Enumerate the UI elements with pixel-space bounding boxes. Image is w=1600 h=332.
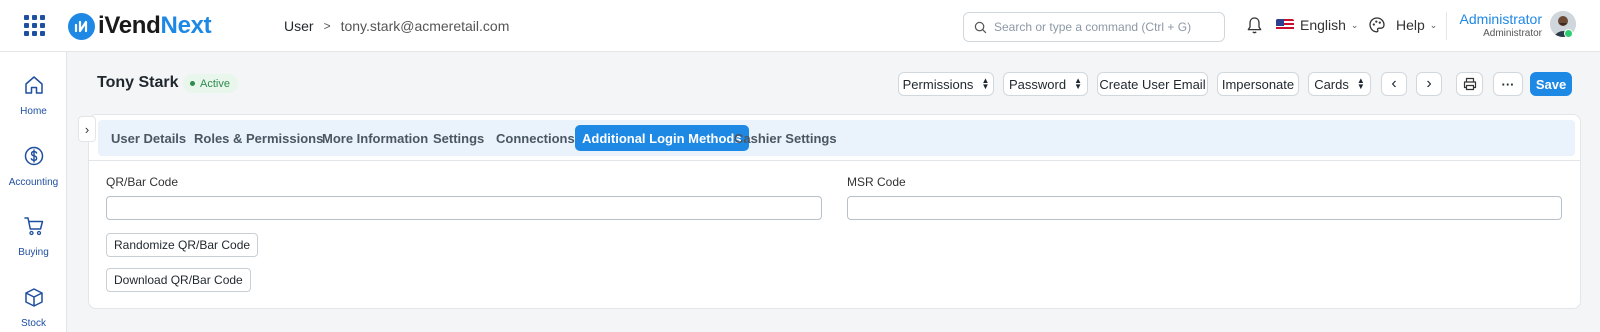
ellipsis-icon: ··· xyxy=(1501,76,1515,92)
previous-record-button[interactable]: ‹ xyxy=(1381,72,1407,96)
save-button[interactable]: Save xyxy=(1530,72,1572,96)
qr-bar-code-label: QR/Bar Code xyxy=(106,175,179,189)
status-badge-label: Active xyxy=(200,77,230,90)
sidebar: Home Accounting Buying Stock xyxy=(0,52,67,332)
tab-more-information[interactable]: More Information xyxy=(315,125,435,151)
breadcrumb-user-link[interactable]: User xyxy=(284,18,314,34)
user-menu[interactable]: Administrator Administrator xyxy=(1458,11,1542,39)
sidebar-toggle-button[interactable]: › xyxy=(78,116,96,142)
us-flag-icon xyxy=(1276,19,1294,31)
user-name: Administrator xyxy=(1459,11,1542,27)
chevron-down-icon: ⌄ xyxy=(1350,19,1359,30)
sidebar-item-buying[interactable]: Buying xyxy=(0,215,66,258)
user-role: Administrator xyxy=(1483,28,1542,39)
top-navbar: iVendNext User > tony.stark@acmeretail.c… xyxy=(0,0,1600,52)
breadcrumb-separator: > xyxy=(323,19,331,33)
sidebar-item-stock[interactable]: Stock xyxy=(0,286,66,329)
search-icon xyxy=(974,21,987,33)
language-label: English xyxy=(1300,17,1346,33)
msr-code-input[interactable] xyxy=(847,196,1562,220)
next-record-button[interactable]: › xyxy=(1416,72,1442,96)
tab-cashier-settings[interactable]: Cashier Settings xyxy=(727,125,844,151)
breadcrumb-current[interactable]: tony.stark@acmeretail.com xyxy=(341,18,510,34)
search-input[interactable] xyxy=(994,20,1214,34)
cards-dropdown-button[interactable]: Cards ▲ ▼ xyxy=(1308,72,1371,96)
navbar-divider xyxy=(1446,12,1447,40)
tab-roles-permissions[interactable]: Roles & Permissions xyxy=(187,125,330,151)
help-dropdown[interactable]: Help ⌄ xyxy=(1396,17,1437,33)
logo-mark-icon xyxy=(68,12,95,40)
home-icon xyxy=(24,76,43,94)
awesome-bar[interactable] xyxy=(963,12,1225,42)
status-badge: Active xyxy=(183,74,238,93)
permissions-dropdown-button[interactable]: Permissions ▲ ▼ xyxy=(898,72,994,96)
download-qr-bar-code-button[interactable]: Download QR/Bar Code xyxy=(106,268,251,292)
status-dot xyxy=(190,81,195,86)
sort-arrows-icon: ▲ ▼ xyxy=(1356,76,1365,91)
app-logo[interactable]: iVendNext xyxy=(68,12,212,40)
more-actions-button[interactable]: ··· xyxy=(1493,72,1523,96)
sidebar-item-label: Stock xyxy=(20,318,46,329)
app-grid-icon[interactable] xyxy=(24,15,45,36)
permissions-label: Permissions xyxy=(902,76,974,92)
sidebar-item-home[interactable]: Home xyxy=(0,74,66,117)
sidebar-item-label: Home xyxy=(20,106,47,117)
chevron-left-icon: ‹ xyxy=(1391,75,1397,92)
chevron-down-icon: ⌄ xyxy=(1429,19,1438,30)
palette-icon[interactable] xyxy=(1368,16,1386,37)
dollar-circle-icon xyxy=(24,146,43,166)
tab-connections[interactable]: Connections xyxy=(489,125,582,151)
tab-additional-login-methods[interactable]: Additional Login Methods xyxy=(575,125,749,151)
print-button[interactable] xyxy=(1456,72,1483,96)
password-dropdown-button[interactable]: Password ▲ ▼ xyxy=(1003,72,1088,96)
language-selector[interactable]: English ⌄ xyxy=(1276,17,1358,33)
cart-icon xyxy=(23,217,43,236)
sort-arrows-icon: ▲ ▼ xyxy=(981,76,990,91)
sidebar-item-accounting[interactable]: Accounting xyxy=(0,145,66,188)
page-title: Tony Stark xyxy=(97,74,179,91)
chevron-right-icon: › xyxy=(1426,75,1432,92)
logo-text: iVendNext xyxy=(98,12,212,39)
chevron-right-icon: › xyxy=(84,121,90,137)
tab-settings[interactable]: Settings xyxy=(426,125,491,151)
tab-user-details[interactable]: User Details xyxy=(104,125,193,151)
cards-label: Cards xyxy=(1314,76,1349,92)
password-label: Password xyxy=(1009,76,1067,92)
impersonate-button[interactable]: Impersonate xyxy=(1217,72,1299,96)
help-label: Help xyxy=(1396,17,1425,33)
msr-code-label: MSR Code xyxy=(847,175,906,189)
qr-bar-code-input[interactable] xyxy=(106,196,822,220)
breadcrumb: User > tony.stark@acmeretail.com xyxy=(284,18,509,34)
box-icon xyxy=(24,288,43,307)
online-status-dot xyxy=(1564,29,1573,38)
sort-arrows-icon: ▲ ▼ xyxy=(1074,76,1082,91)
sidebar-item-label: Buying xyxy=(18,247,49,258)
tab-divider xyxy=(88,160,1581,161)
notification-bell-icon[interactable] xyxy=(1246,16,1263,38)
sidebar-item-label: Accounting xyxy=(8,177,59,188)
randomize-qr-bar-code-button[interactable]: Randomize QR/Bar Code xyxy=(106,233,259,257)
create-user-email-button[interactable]: Create User Email xyxy=(1097,72,1208,96)
printer-icon xyxy=(1463,77,1476,91)
